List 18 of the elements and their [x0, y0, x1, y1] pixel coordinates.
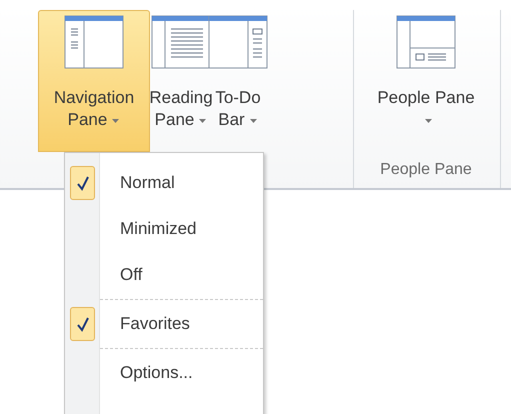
ribbon-button[interactable]: Navigation Pane: [38, 10, 150, 152]
caret-icon: [424, 118, 432, 124]
ribbon-button[interactable]: To-Do Bar: [212, 10, 264, 152]
caret-icon: [111, 118, 120, 124]
pane-layout-icon: [396, 15, 456, 69]
pane-layout-icon: [151, 15, 211, 69]
caret-icon: [198, 118, 208, 124]
menu-item[interactable]: Minimized: [65, 206, 263, 252]
pane-layout-icon: [64, 15, 124, 69]
caret-icon: [248, 118, 258, 124]
pane-layout-icon: [208, 15, 268, 69]
menu-item[interactable]: Normal: [65, 160, 263, 206]
ribbon-button[interactable]: People Pane: [376, 10, 476, 152]
menu-item[interactable]: Favorites: [65, 301, 263, 347]
ribbon-button[interactable]: Reading Pane: [150, 10, 212, 152]
group-label: People Pane: [379, 160, 473, 180]
menu-item[interactable]: Off: [65, 252, 263, 298]
menu-item[interactable]: Options...: [65, 350, 263, 396]
